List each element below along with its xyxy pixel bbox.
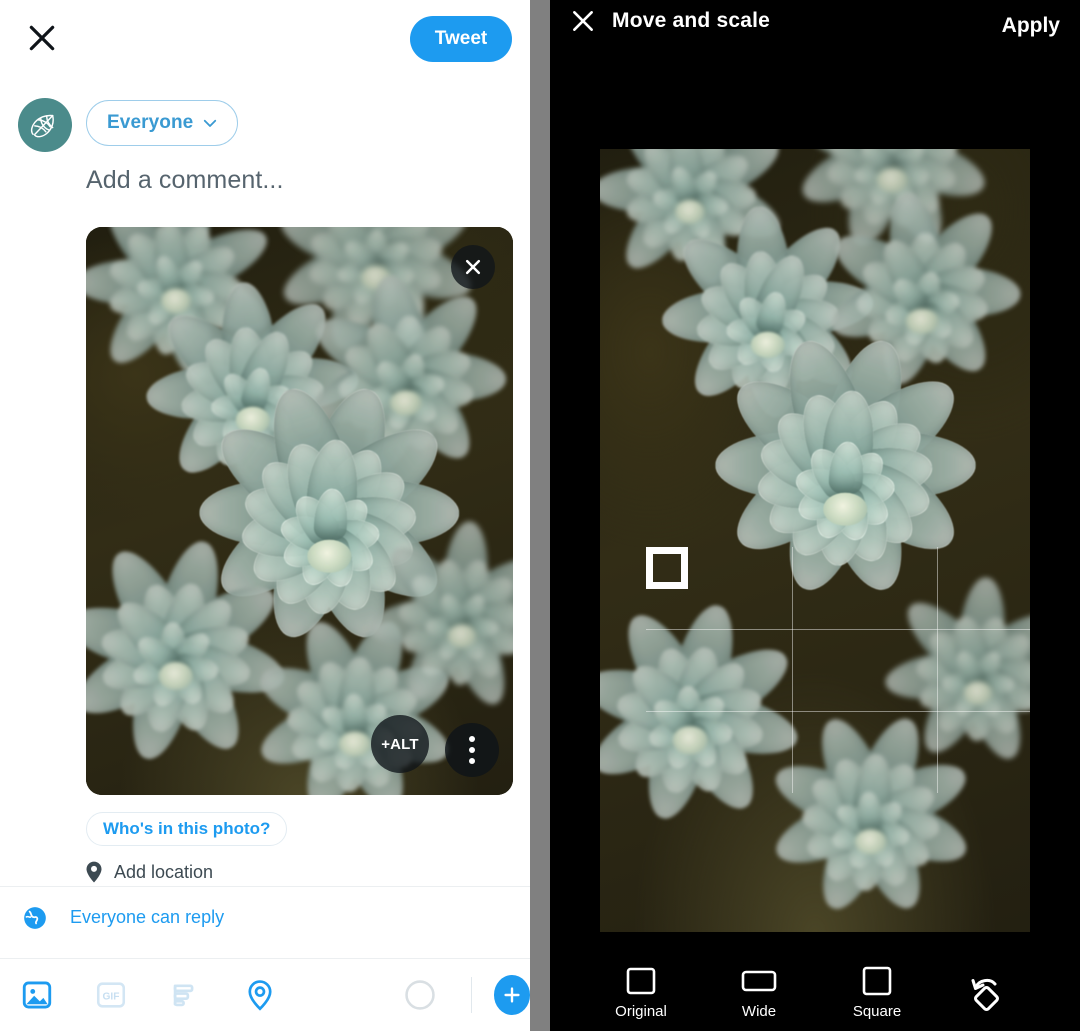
rect-original-icon <box>626 966 656 996</box>
location-icon[interactable] <box>223 959 297 1031</box>
remove-photo-button[interactable] <box>451 245 495 289</box>
panel-divider <box>530 0 550 1031</box>
ratio-square-label: Square <box>852 1003 902 1020</box>
leaf-globe-avatar-icon <box>30 114 54 138</box>
tweet-button[interactable]: Tweet <box>410 16 512 62</box>
svg-text:GIF: GIF <box>103 992 120 1003</box>
apply-button[interactable]: Apply <box>1002 14 1060 38</box>
toolbar-divider <box>470 977 472 1013</box>
ratio-square-button[interactable]: Square <box>818 955 936 1031</box>
close-icon[interactable] <box>558 0 608 42</box>
close-icon <box>465 259 481 275</box>
crop-header: Move and scale Apply <box>550 0 1080 42</box>
tweet-composer-panel: Tweet Everyone Add a comment... +ALT Who… <box>0 0 530 1031</box>
crop-image-stage[interactable] <box>600 149 1030 932</box>
audience-selector[interactable]: Everyone <box>86 100 239 146</box>
tag-people-button[interactable]: Who's in this photo? <box>86 812 288 846</box>
location-pin-icon <box>86 861 102 883</box>
crop-ratio-toolbar: Original Wide Square <box>550 955 1080 1031</box>
gif-icon[interactable]: GIF <box>74 959 148 1031</box>
rotate-icon[interactable] <box>936 955 1036 1031</box>
ratio-wide-label: Wide <box>741 1003 777 1020</box>
composer-header: Tweet <box>0 0 530 78</box>
add-location-label: Add location <box>114 861 214 882</box>
close-icon[interactable] <box>22 18 62 58</box>
ratio-wide-button[interactable]: Wide <box>700 955 818 1031</box>
tag-people-label: Who's in this photo? <box>103 819 271 838</box>
screen-root: Tweet Everyone Add a comment... +ALT Who… <box>0 0 1080 1031</box>
poll-icon[interactable] <box>148 959 222 1031</box>
ratio-original-label: Original <box>615 1003 667 1020</box>
composer-toolbar: GIF <box>0 958 530 1031</box>
add-tweet-button[interactable] <box>493 975 530 1015</box>
photo-image <box>86 227 513 795</box>
rect-wide-icon <box>741 966 777 996</box>
alt-text-button[interactable]: +ALT <box>371 715 429 773</box>
media-icon[interactable] <box>0 959 74 1031</box>
ratio-original-button[interactable]: Original <box>582 955 700 1031</box>
chevron-down-icon <box>204 119 217 127</box>
globe-icon <box>24 906 46 929</box>
audience-row: Everyone <box>0 98 530 156</box>
reply-scope-label: Everyone can reply <box>70 907 225 927</box>
attached-photo[interactable]: +ALT <box>86 227 513 795</box>
crop-editor-panel: Move and scale Apply Original Wide Squar… <box>550 0 1080 1031</box>
audience-label: Everyone <box>107 112 194 133</box>
reply-scope-button[interactable]: Everyone can reply <box>0 886 530 948</box>
add-location-button[interactable]: Add location <box>84 860 213 884</box>
rect-square-icon <box>862 966 892 996</box>
crop-title: Move and scale <box>612 9 771 32</box>
character-count-icon[interactable] <box>383 959 457 1031</box>
more-vertical-icon[interactable] <box>445 723 499 777</box>
plus-icon <box>504 987 520 1003</box>
comment-input[interactable]: Add a comment... <box>86 166 506 195</box>
avatar[interactable] <box>18 98 72 152</box>
crop-photo-image <box>600 149 1030 932</box>
